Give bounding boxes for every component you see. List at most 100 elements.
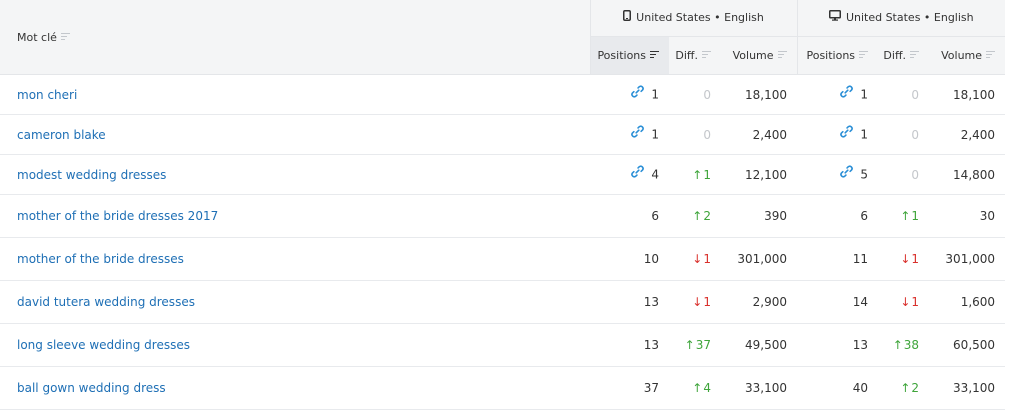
column-header-mobile-positions[interactable]: Positions: [589, 36, 669, 75]
mobile-diff-value: ↓1: [692, 252, 711, 266]
desktop-position-cell: 11: [797, 237, 879, 281]
mobile-volume-cell: 33,100: [721, 366, 798, 410]
mobile-volume-value: 2,900: [752, 295, 788, 309]
column-header-keyword-label: Mot clé: [17, 30, 57, 44]
desktop-diff-cell: 0: [878, 74, 930, 115]
keyword-link[interactable]: cameron blake: [0, 114, 590, 155]
keyword-link[interactable]: mother of the bride dresses 2017: [0, 194, 590, 238]
column-header-mobile-volume-label: Volume: [732, 49, 774, 62]
diff-arrow-icon: ↑: [892, 338, 903, 352]
mobile-diff-cell: ↓1: [669, 280, 721, 324]
desktop-diff-number: 0: [911, 87, 920, 102]
mobile-volume-cell: 49,500: [721, 323, 798, 367]
mobile-diff-value: 0: [703, 128, 711, 142]
sort-icon[interactable]: [60, 32, 70, 41]
desktop-position-cell: 13: [797, 323, 879, 367]
column-header-desktop-volume-label: Volume: [941, 49, 983, 62]
desktop-position-value: 1: [860, 87, 869, 101]
keyword-text[interactable]: modest wedding dresses: [17, 168, 166, 182]
mobile-position-value: 1: [651, 87, 659, 101]
desktop-volume-value: 301,000: [945, 252, 996, 266]
keyword-link[interactable]: long sleeve wedding dresses: [0, 323, 590, 367]
mobile-diff-value: ↑1: [692, 168, 711, 182]
mobile-volume-value: 33,100: [745, 381, 788, 395]
mobile-volume-value: 301,000: [737, 252, 788, 266]
mobile-position-value: 6: [651, 209, 659, 223]
mobile-volume-cell: 390: [721, 194, 798, 238]
column-header-desktop-diff[interactable]: Diff.: [878, 36, 930, 75]
sort-icon[interactable]: [777, 51, 787, 59]
column-header-keyword[interactable]: Mot clé: [0, 0, 590, 75]
mobile-position-value: 10: [643, 252, 659, 266]
column-header-desktop-positions-label: Positions: [806, 49, 856, 62]
link-icon[interactable]: [839, 84, 854, 102]
link-icon[interactable]: [630, 84, 645, 102]
keyword-text[interactable]: long sleeve wedding dresses: [17, 338, 190, 352]
desktop-position-value: 14: [852, 295, 869, 309]
table-body: mon cheri 1 0 18,100 1 0 18,100 cameron …: [0, 74, 1006, 410]
desktop-volume-cell: 2,400: [929, 114, 1006, 155]
mobile-diff-cell: ↓1: [669, 237, 721, 281]
mobile-diff-number: 4: [703, 381, 711, 395]
column-header-desktop-positions[interactable]: Positions: [796, 36, 879, 75]
mobile-diff-value: ↓1: [692, 295, 711, 309]
column-header-mobile-volume[interactable]: Volume: [721, 36, 798, 75]
mobile-volume-cell: 18,100: [721, 74, 798, 115]
desktop-position-cell: 14: [797, 280, 879, 324]
diff-arrow-icon: ↓: [692, 252, 703, 266]
mobile-volume-cell: 301,000: [721, 237, 798, 281]
link-icon[interactable]: [839, 124, 854, 142]
desktop-diff-value: ↑2: [900, 381, 919, 395]
column-header-mobile-diff-label: Diff.: [675, 49, 698, 62]
keyword-link[interactable]: mother of the bride dresses: [0, 237, 590, 281]
mobile-diff-number: 1: [703, 252, 711, 266]
keyword-link[interactable]: modest wedding dresses: [0, 154, 590, 195]
column-header-mobile-diff[interactable]: Diff.: [669, 36, 721, 75]
mobile-diff-value: ↑37: [685, 338, 711, 352]
sort-icon[interactable]: [986, 51, 996, 59]
diff-arrow-icon: ↑: [692, 381, 703, 395]
sort-icon[interactable]: [859, 51, 869, 59]
diff-arrow-icon: ↓: [692, 295, 703, 309]
desktop-diff-cell: ↑2: [878, 366, 930, 410]
keyword-link[interactable]: ball gown wedding dress: [0, 366, 590, 410]
desktop-volume-value: 60,500: [953, 338, 996, 352]
diff-arrow-icon: ↑: [900, 209, 911, 223]
keyword-text[interactable]: mon cheri: [17, 88, 77, 102]
mobile-diff-number: 1: [703, 295, 711, 309]
link-icon[interactable]: [630, 124, 645, 142]
mobile-position-cell: 10: [590, 237, 669, 281]
mobile-diff-value: ↑2: [692, 209, 711, 223]
column-group-desktop-label: United States • English: [845, 11, 974, 24]
table-row: long sleeve wedding dresses 13 ↑37 49,50…: [0, 323, 1006, 367]
mobile-diff-cell: ↑1: [669, 154, 721, 195]
column-header-desktop-volume[interactable]: Volume: [929, 36, 1006, 75]
keyword-link[interactable]: david tutera wedding dresses: [0, 280, 590, 324]
desktop-diff-number: 1: [911, 252, 920, 266]
mobile-diff-cell: ↑37: [669, 323, 721, 367]
mobile-position-cell: 37: [590, 366, 669, 410]
desktop-diff-cell: ↑1: [878, 194, 930, 238]
desktop-diff-cell: ↓1: [878, 280, 930, 324]
desktop-volume-value: 2,400: [960, 127, 996, 142]
link-icon[interactable]: [839, 164, 854, 182]
keyword-text[interactable]: cameron blake: [17, 128, 106, 142]
mobile-position-cell: 6: [590, 194, 669, 238]
keyword-text[interactable]: mother of the bride dresses: [17, 252, 184, 266]
mobile-diff-number: 0: [703, 127, 711, 142]
mobile-position-value: 13: [643, 295, 659, 309]
keyword-link[interactable]: mon cheri: [0, 74, 590, 115]
sort-active-icon[interactable]: [650, 51, 659, 59]
desktop-position-cell: 1: [797, 74, 879, 115]
keyword-text[interactable]: mother of the bride dresses 2017: [17, 209, 218, 223]
mobile-diff-number: 0: [703, 87, 711, 102]
mobile-position-value: 4: [651, 167, 659, 181]
desktop-position-cell: 6: [797, 194, 879, 238]
mobile-diff-value: 0: [703, 88, 711, 102]
keyword-text[interactable]: david tutera wedding dresses: [17, 295, 195, 309]
keyword-text[interactable]: ball gown wedding dress: [17, 381, 166, 395]
sort-icon[interactable]: [702, 51, 711, 59]
sort-icon[interactable]: [910, 51, 920, 59]
mobile-volume-value: 18,100: [745, 87, 788, 102]
link-icon[interactable]: [630, 164, 645, 182]
